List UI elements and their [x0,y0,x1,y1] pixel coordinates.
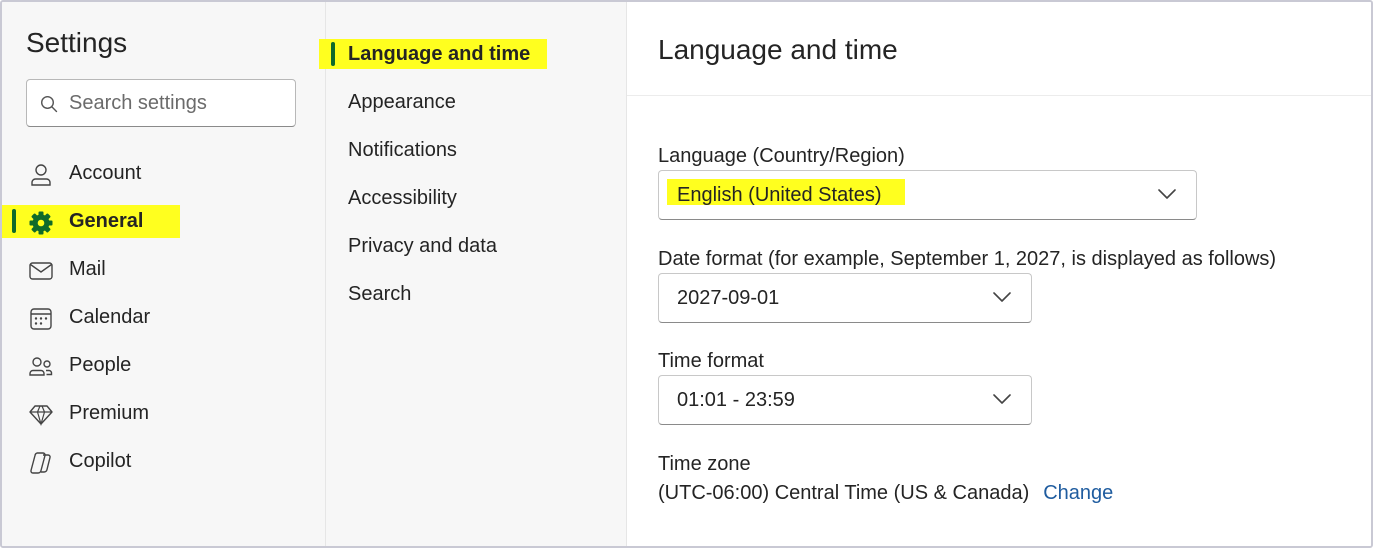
nav-item-copilot[interactable]: Copilot [2,442,325,482]
people-icon [29,357,53,376]
nav-item-calendar[interactable]: Calendar [2,298,325,338]
calendar-icon [30,308,52,330]
time-zone-row: (UTC-06:00) Central Time (US & Canada) Ch… [658,482,1113,505]
date-format-dropdown[interactable]: 2027-09-01 [658,273,1032,323]
copilot-icon [30,452,51,474]
time-format-dropdown[interactable]: 01:01 - 23:59 [658,375,1032,425]
date-format-label: Date format (for example, September 1, 2… [658,248,1277,270]
language-dropdown[interactable]: English (United States) [658,170,1197,220]
settings-title: Settings [26,27,128,58]
time-format-value: 01:01 - 23:59 [677,389,795,411]
settings-nav-pane: Settings Account [2,2,325,546]
general-subnav-pane: Language and time Appearance Notificatio… [319,2,626,546]
search-settings-box[interactable] [26,79,296,127]
chevron-down-icon [993,394,1011,404]
subnav-item-search[interactable]: Search [348,283,411,306]
person-icon [31,164,51,186]
time-zone-value: (UTC-06:00) Central Time (US & Canada) [658,482,1030,504]
search-icon [40,95,58,113]
nav-item-label: Account [69,162,142,184]
language-and-time-panel: Language and time Language (Country/Regi… [626,2,1371,546]
nav-item-label: Copilot [69,450,132,472]
diamond-icon [29,405,53,427]
nav-item-label: Calendar [69,306,151,328]
nav-item-premium[interactable]: Premium [2,394,325,434]
nav-item-general[interactable]: General [2,202,325,242]
page-title: Language and time [658,34,898,65]
subnav-item-accessibility[interactable]: Accessibility [348,187,457,210]
nav-item-label: People [69,354,132,376]
header-divider [627,95,1371,96]
nav-item-label: Mail [69,258,106,280]
date-format-value: 2027-09-01 [677,287,780,309]
language-value: English (United States) [677,184,882,206]
settings-window: Settings Account [0,0,1373,548]
change-time-zone-link[interactable]: Change [1043,482,1113,504]
nav-item-label: Premium [69,402,150,424]
language-and-time-selection-indicator [331,42,335,66]
chevron-down-icon [993,292,1011,302]
nav-item-label: General [69,210,144,232]
subnav-item-privacy-and-data[interactable]: Privacy and data [348,235,497,258]
chevron-down-icon [1158,189,1176,199]
search-settings-input[interactable] [69,88,289,118]
nav-item-mail[interactable]: Mail [2,250,325,290]
nav-item-people[interactable]: People [2,346,325,386]
language-label: Language (Country/Region) [658,145,905,167]
gear-icon [29,211,53,235]
time-format-label: Time format [658,350,764,372]
mail-icon [29,262,53,280]
subnav-item-notifications[interactable]: Notifications [348,139,457,162]
subnav-item-language-and-time[interactable]: Language and time [348,43,530,66]
subnav-item-appearance[interactable]: Appearance [348,91,456,114]
nav-item-account[interactable]: Account [2,154,325,194]
time-zone-label: Time zone [658,453,751,475]
